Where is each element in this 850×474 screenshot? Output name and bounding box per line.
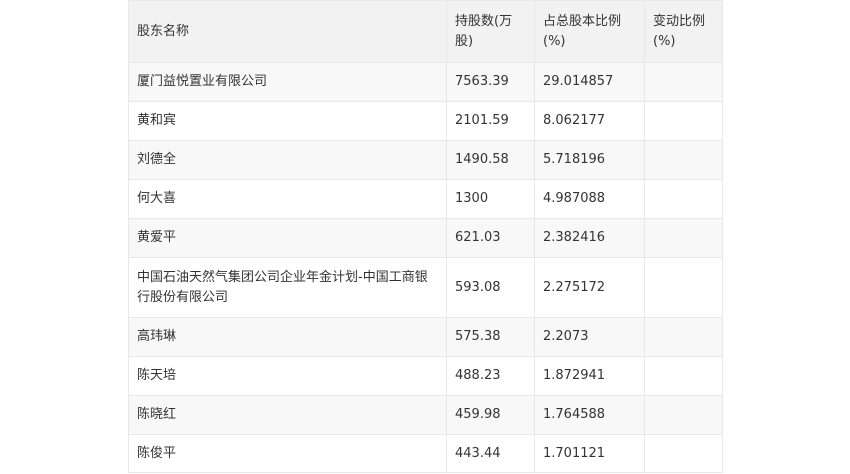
cell-shares-held: 459.98 <box>446 395 535 435</box>
cell-shareholder-name: 何大喜 <box>128 179 447 219</box>
cell-shares-held: 443.44 <box>446 434 535 473</box>
table-row: 厦门益悦置业有限公司 7563.39 29.014857 <box>128 62 723 102</box>
cell-shareholder-name: 中国石油天然气集团公司企业年金计划-中国工商银行股份有限公司 <box>128 257 447 318</box>
cell-share-ratio: 29.014857 <box>534 62 645 102</box>
cell-shareholder-name: 刘德全 <box>128 140 447 180</box>
header-shareholder-name: 股东名称 <box>128 0 447 63</box>
cell-share-ratio: 1.872941 <box>534 356 645 396</box>
cell-share-ratio: 4.987088 <box>534 179 645 219</box>
shareholder-table: 股东名称 持股数(万股) 占总股本比例(%) 变动比例(%) 厦门益悦置业有限公… <box>128 0 723 473</box>
cell-shares-held: 488.23 <box>446 356 535 396</box>
cell-change-ratio <box>644 395 723 435</box>
cell-shareholder-name: 高玮琳 <box>128 317 447 357</box>
cell-share-ratio: 8.062177 <box>534 101 645 141</box>
cell-share-ratio: 2.2073 <box>534 317 645 357</box>
cell-change-ratio <box>644 140 723 180</box>
cell-shares-held: 621.03 <box>446 218 535 258</box>
cell-share-ratio: 2.382416 <box>534 218 645 258</box>
table-row: 陈晓红 459.98 1.764588 <box>128 395 723 435</box>
cell-shares-held: 1490.58 <box>446 140 535 180</box>
cell-change-ratio <box>644 434 723 473</box>
cell-shareholder-name: 陈晓红 <box>128 395 447 435</box>
table-row: 黄和宾 2101.59 8.062177 <box>128 101 723 141</box>
cell-change-ratio <box>644 317 723 357</box>
cell-shares-held: 575.38 <box>446 317 535 357</box>
cell-shareholder-name: 陈俊平 <box>128 434 447 473</box>
cell-shares-held: 2101.59 <box>446 101 535 141</box>
table-row: 中国石油天然气集团公司企业年金计划-中国工商银行股份有限公司 593.08 2.… <box>128 257 723 318</box>
cell-change-ratio <box>644 179 723 219</box>
cell-share-ratio: 1.701121 <box>534 434 645 473</box>
cell-share-ratio: 5.718196 <box>534 140 645 180</box>
shareholder-table-container: 股东名称 持股数(万股) 占总股本比例(%) 变动比例(%) 厦门益悦置业有限公… <box>128 0 723 473</box>
header-shares-held: 持股数(万股) <box>446 0 535 63</box>
cell-change-ratio <box>644 62 723 102</box>
cell-shareholder-name: 陈天培 <box>128 356 447 396</box>
table-header-row: 股东名称 持股数(万股) 占总股本比例(%) 变动比例(%) <box>128 0 723 63</box>
cell-shareholder-name: 黄和宾 <box>128 101 447 141</box>
cell-shares-held: 1300 <box>446 179 535 219</box>
cell-shares-held: 7563.39 <box>446 62 535 102</box>
table-row: 黄爱平 621.03 2.382416 <box>128 218 723 258</box>
cell-change-ratio <box>644 101 723 141</box>
cell-share-ratio: 1.764588 <box>534 395 645 435</box>
cell-shareholder-name: 黄爱平 <box>128 218 447 258</box>
table-row: 陈俊平 443.44 1.701121 <box>128 434 723 473</box>
header-change-ratio: 变动比例(%) <box>644 0 723 63</box>
table-row: 何大喜 1300 4.987088 <box>128 179 723 219</box>
cell-shareholder-name: 厦门益悦置业有限公司 <box>128 62 447 102</box>
header-share-ratio: 占总股本比例(%) <box>534 0 645 63</box>
table-row: 高玮琳 575.38 2.2073 <box>128 317 723 357</box>
cell-change-ratio <box>644 257 723 318</box>
cell-change-ratio <box>644 218 723 258</box>
table-row: 刘德全 1490.58 5.718196 <box>128 140 723 180</box>
cell-change-ratio <box>644 356 723 396</box>
cell-share-ratio: 2.275172 <box>534 257 645 318</box>
table-row: 陈天培 488.23 1.872941 <box>128 356 723 396</box>
cell-shares-held: 593.08 <box>446 257 535 318</box>
